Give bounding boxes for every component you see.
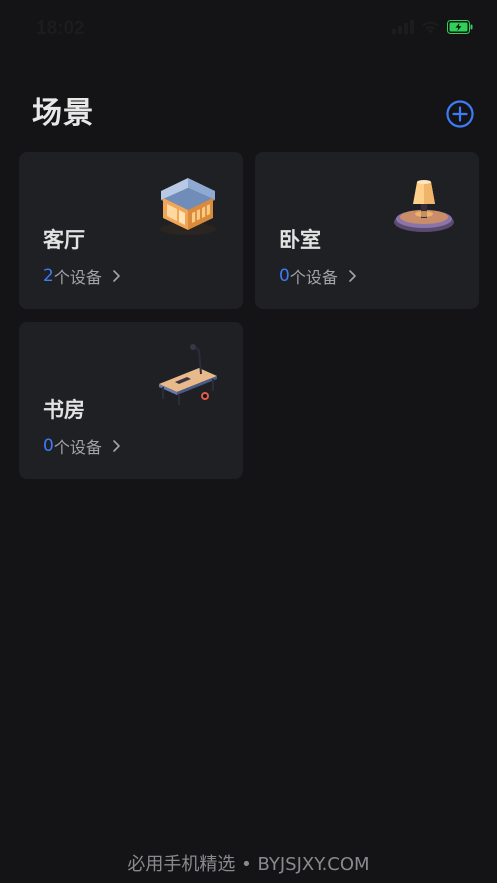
room-card-bedroom[interactable]: 卧室 0 个设备 [255, 152, 479, 309]
room-card-living-room[interactable]: 客厅 2 个设备 [19, 152, 243, 309]
lamp-icon [394, 180, 454, 232]
device-count-label: 个设备 [289, 268, 338, 287]
add-circle-icon [446, 100, 474, 128]
device-count[interactable]: 0 个设备 [43, 434, 121, 458]
status-icons [392, 20, 473, 34]
device-count-number: 0 [43, 436, 54, 456]
device-count-number: 2 [43, 266, 54, 286]
room-name: 客厅 [43, 228, 85, 252]
status-bar: 18:02 [0, 0, 497, 60]
device-count[interactable]: 2 个设备 [43, 264, 121, 288]
add-scene-button[interactable] [446, 100, 474, 128]
room-name: 卧室 [279, 228, 321, 252]
device-count-label: 个设备 [53, 268, 102, 287]
room-name: 书房 [43, 398, 85, 422]
page-title: 场景 [32, 96, 94, 131]
chevron-right-icon [113, 440, 120, 452]
wifi-icon [422, 21, 439, 34]
device-count-number: 0 [279, 266, 290, 286]
room-card-study[interactable]: 书房 0 个设备 [19, 322, 243, 479]
footer-watermark: 必用手机精选 • BYJSJXY.COM [127, 854, 370, 875]
house-icon [160, 178, 216, 235]
status-time: 18:02 [36, 18, 85, 39]
desk-icon [159, 344, 217, 405]
device-count-label: 个设备 [53, 438, 102, 457]
signal-icon [392, 20, 414, 34]
device-count[interactable]: 0 个设备 [279, 264, 357, 288]
battery-charging-icon [447, 20, 473, 34]
chevron-right-icon [113, 270, 120, 282]
chevron-right-icon [349, 270, 356, 282]
